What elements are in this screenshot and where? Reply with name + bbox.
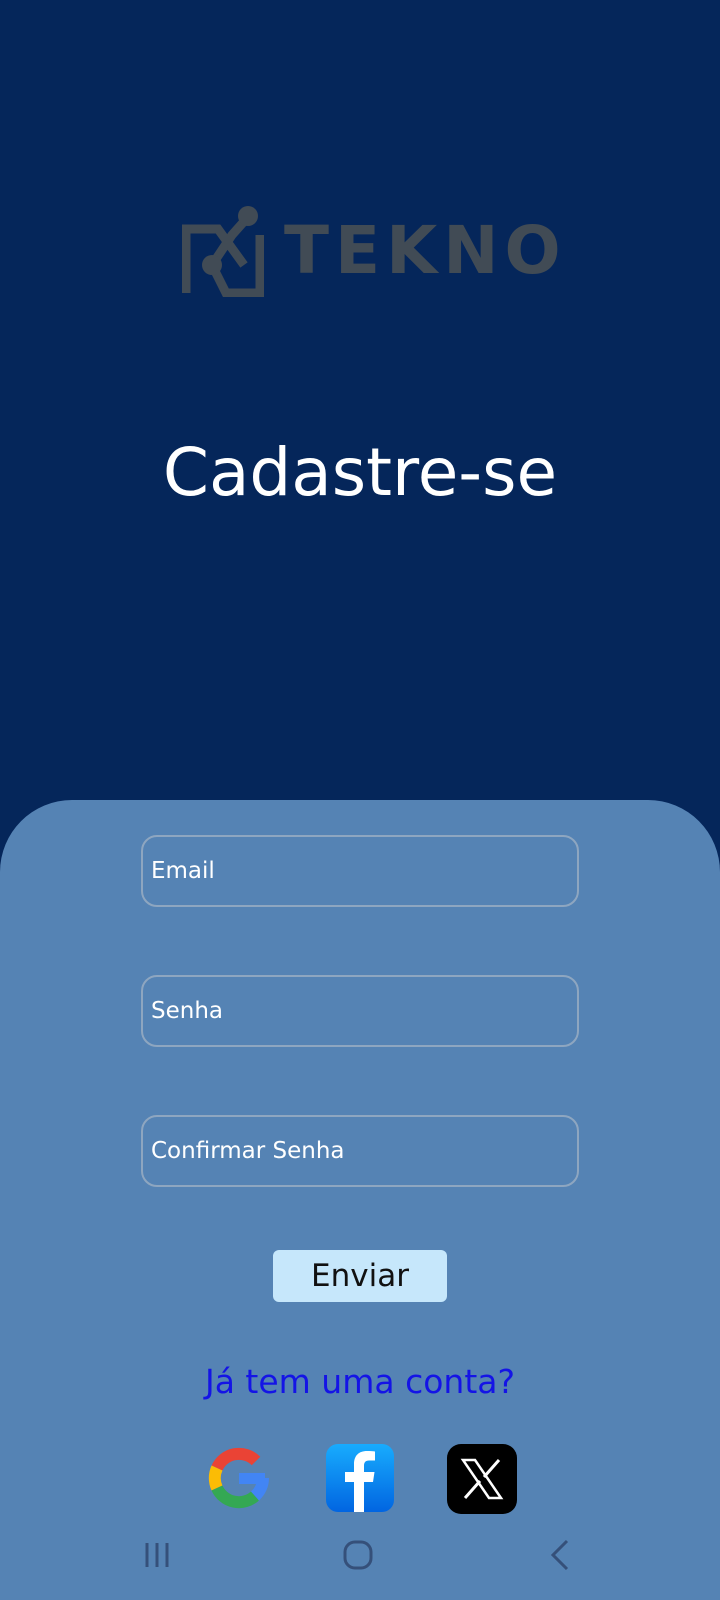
signup-screen: TEKNO Cadastre-se Email Senha Confirmar …	[0, 0, 720, 1600]
page-title: Cadastre-se	[162, 434, 558, 511]
email-placeholder: Email	[151, 858, 215, 884]
confirm-password-field[interactable]: Confirmar Senha	[141, 1115, 579, 1187]
password-placeholder: Senha	[151, 998, 223, 1024]
back-button[interactable]	[530, 1530, 590, 1580]
google-button[interactable]	[205, 1444, 273, 1512]
back-icon	[550, 1539, 569, 1571]
system-nav-bar	[0, 1530, 720, 1580]
recent-apps-icon	[145, 1543, 169, 1567]
email-field[interactable]: Email	[141, 835, 579, 907]
facebook-button[interactable]	[326, 1444, 394, 1512]
tekno-logo: TEKNO	[182, 205, 567, 297]
google-icon	[208, 1447, 270, 1509]
brand-name: TEKNO	[284, 212, 567, 289]
submit-button[interactable]: Enviar	[273, 1250, 447, 1302]
tekno-logo-icon	[182, 206, 264, 297]
confirm-password-placeholder: Confirmar Senha	[151, 1138, 345, 1164]
x-icon	[447, 1444, 517, 1514]
facebook-icon	[326, 1444, 394, 1512]
home-icon	[343, 1540, 373, 1570]
password-field[interactable]: Senha	[141, 975, 579, 1047]
login-link[interactable]: Já tem uma conta?	[0, 1362, 720, 1401]
recent-apps-button[interactable]	[127, 1530, 187, 1580]
x-button[interactable]	[447, 1444, 517, 1514]
home-button[interactable]	[328, 1530, 388, 1580]
